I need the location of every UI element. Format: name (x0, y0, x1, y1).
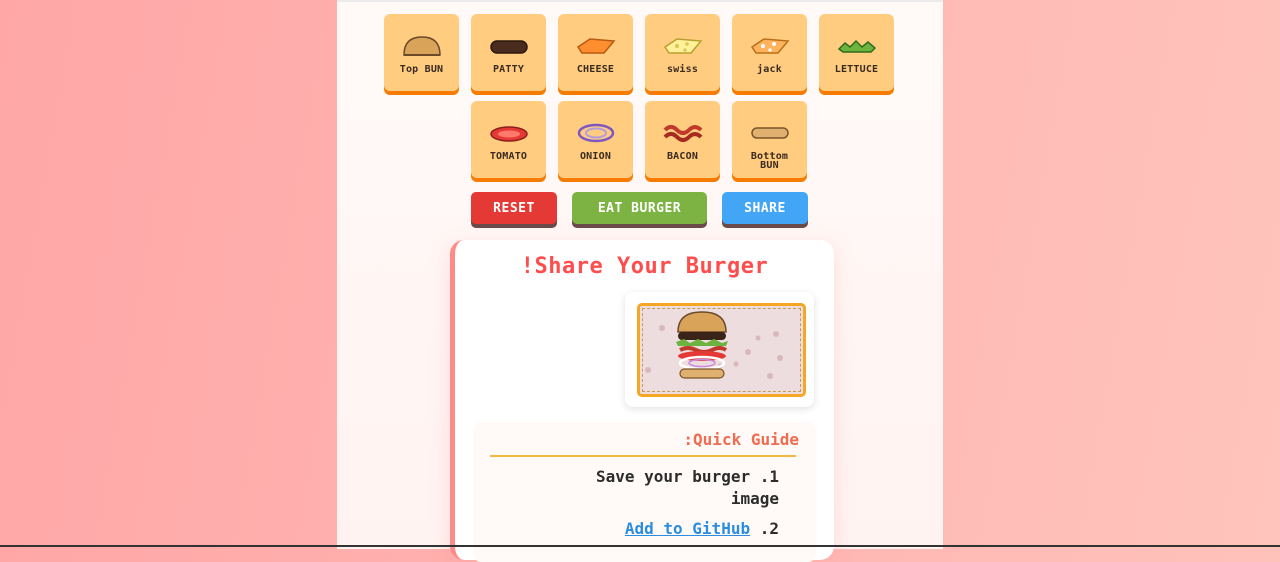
tomato-icon (489, 126, 528, 142)
ingredient-onion[interactable]: ONION (558, 101, 633, 178)
share-card: !Share Your Burger :Quick Guide Save you… (450, 240, 834, 562)
ingredient-label: BACON (666, 151, 699, 162)
ingredient-top-bun[interactable]: Top BUN (384, 14, 459, 91)
guide-step-2: Add to GitHub .2 (625, 518, 779, 540)
share-card-title: !Share Your Burger (520, 254, 769, 279)
burger-stack-icon (645, 311, 783, 379)
ingredient-label: Bottom BUN (750, 151, 789, 171)
ingredient-label: jack (757, 64, 782, 75)
ingredient-label: PATTY (492, 64, 525, 75)
ingredient-label: ONION (579, 151, 612, 162)
guide-step-1-text-cont: image (730, 489, 779, 508)
patty-icon (489, 40, 528, 54)
ingredient-lettuce[interactable]: LETTUCE (819, 14, 894, 91)
share-button[interactable]: SHARE (722, 192, 808, 224)
quick-guide-title: :Quick Guide (683, 430, 799, 449)
ingredient-swiss[interactable]: swiss (645, 14, 720, 91)
onion-icon (577, 123, 614, 143)
swiss-cheese-icon (663, 38, 702, 54)
quick-guide: :Quick Guide Save your burger .1 image A… (473, 422, 816, 562)
divider (490, 455, 796, 457)
ingredient-label: CHEESE (576, 64, 615, 75)
burger-preview-frame (625, 292, 814, 407)
guide-step-2-number: .2 (759, 519, 779, 538)
guide-step-1: Save your burger .1 image (596, 466, 779, 510)
ingredient-label: LETTUCE (834, 64, 879, 75)
burger-preview-image[interactable] (637, 303, 806, 397)
ingredient-bacon[interactable]: BACON (645, 101, 720, 178)
cheese-icon (576, 38, 615, 54)
top-bun-icon (402, 36, 441, 56)
eat-burger-button[interactable]: EAT BURGER (572, 192, 707, 224)
ingredient-jack[interactable]: jack (732, 14, 807, 91)
bottom-bun-icon (750, 127, 789, 139)
ingredient-label: TOMATO (489, 151, 528, 162)
ingredient-cheese[interactable]: CHEESE (558, 14, 633, 91)
ingredient-patty[interactable]: PATTY (471, 14, 546, 91)
ingredient-label: Top BUN (399, 64, 444, 75)
lettuce-icon (837, 39, 876, 53)
ingredient-tomato[interactable]: TOMATO (471, 101, 546, 178)
jack-cheese-icon (750, 38, 789, 54)
guide-step-1-text: Save your burger .1 (595, 467, 779, 486)
add-to-github-link[interactable]: Add to GitHub (625, 519, 750, 538)
reset-button[interactable]: RESET (471, 192, 557, 224)
ingredient-bottom-bun[interactable]: Bottom BUN (732, 101, 807, 178)
bacon-icon (663, 125, 702, 142)
ingredient-label: swiss (666, 64, 699, 75)
